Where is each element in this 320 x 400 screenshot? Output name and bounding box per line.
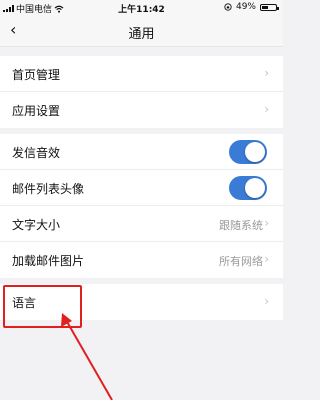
- row-label: 首页管理: [12, 68, 61, 82]
- chevron-right-icon: ›: [264, 102, 269, 116]
- battery-percent: 49%: [235, 2, 256, 12]
- settings-row-load-images[interactable]: 加载邮件图片 所有网络 ›: [0, 242, 283, 278]
- annotation-highlight-box: [3, 285, 82, 328]
- battery-icon: [260, 3, 279, 11]
- settings-row-font-size[interactable]: 文字大小 跟随系统 ›: [0, 206, 283, 242]
- settings-row-send-sound: 发信音效: [0, 134, 283, 170]
- settings-row-home-management[interactable]: 首页管理 ›: [0, 56, 283, 92]
- row-label: 应用设置: [12, 104, 61, 118]
- row-label: 发信音效: [12, 146, 61, 160]
- orientation-lock-icon: [224, 3, 232, 11]
- toggle-knob: [245, 178, 265, 198]
- chevron-right-icon: ›: [264, 66, 269, 80]
- row-label: 邮件列表头像: [12, 182, 85, 196]
- nav-bar: ‹ 通用: [0, 16, 283, 47]
- row-value: 跟随系统: [219, 219, 263, 232]
- chevron-right-icon: ›: [264, 252, 269, 266]
- settings-group-2: 发信音效 邮件列表头像 文字大小 跟随系统 › 加载邮件图片 所有网络 ›: [0, 134, 283, 278]
- status-bar: 中国电信 上午11:42 49%: [0, 0, 283, 16]
- page-title: 通用: [128, 27, 155, 42]
- list-avatar-toggle[interactable]: [229, 176, 267, 200]
- chevron-right-icon: ›: [264, 294, 269, 308]
- send-sound-toggle[interactable]: [229, 140, 267, 164]
- settings-group-1: 首页管理 › 应用设置 ›: [0, 56, 283, 128]
- battery-fill: [262, 5, 269, 9]
- settings-row-list-avatar: 邮件列表头像: [0, 170, 283, 206]
- row-label: 文字大小: [12, 218, 61, 232]
- chevron-right-icon: ›: [264, 216, 269, 230]
- toggle-knob: [245, 142, 265, 162]
- row-value: 所有网络: [219, 255, 263, 268]
- status-right: 49%: [224, 2, 279, 12]
- row-label: 加载邮件图片: [12, 254, 85, 268]
- settings-row-app-settings[interactable]: 应用设置 ›: [0, 92, 283, 128]
